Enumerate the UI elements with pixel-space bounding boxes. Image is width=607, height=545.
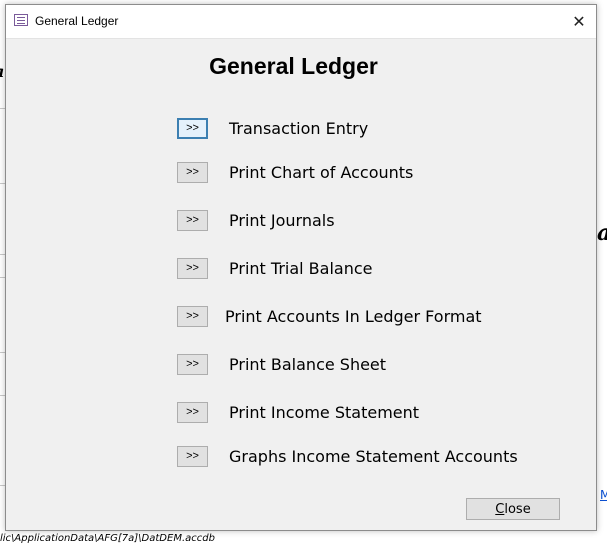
- background-text-fragment: a: [0, 62, 4, 81]
- background-link[interactable]: M: [600, 488, 607, 502]
- print-income-statement-button[interactable]: >>: [177, 402, 208, 423]
- print-balance-sheet-button[interactable]: >>: [177, 354, 208, 375]
- form-icon: [14, 14, 28, 26]
- page-title: General Ledger: [209, 53, 378, 79]
- menu-item-label: Print Accounts In Ledger Format: [225, 307, 482, 326]
- background-text-fragment: a: [597, 220, 607, 246]
- general-ledger-dialog: General Ledger ✕ General Ledger >> Trans…: [5, 4, 597, 531]
- menu-item-label: Transaction Entry: [229, 119, 369, 138]
- graphs-income-statement-button[interactable]: >>: [177, 446, 208, 467]
- menu-item-label: Print Trial Balance: [229, 259, 373, 278]
- title-bar[interactable]: General Ledger ✕: [6, 5, 596, 39]
- background-status-path: lic\ApplicationData\AFG[7a]\DatDEM.accdb: [0, 533, 215, 544]
- menu-item-label: Print Balance Sheet: [229, 355, 387, 374]
- transaction-entry-button[interactable]: >>: [177, 118, 208, 139]
- menu-item-label: Print Income Statement: [229, 403, 420, 422]
- close-access-key: C: [495, 502, 505, 517]
- close-button[interactable]: Close: [466, 498, 560, 520]
- print-journals-button[interactable]: >>: [177, 210, 208, 231]
- close-icon[interactable]: ✕: [562, 5, 596, 38]
- menu-item-label: Graphs Income Statement Accounts: [229, 447, 518, 466]
- print-chart-of-accounts-button[interactable]: >>: [177, 162, 208, 183]
- print-accounts-ledger-format-button[interactable]: >>: [177, 306, 208, 327]
- window-title: General Ledger: [35, 14, 119, 28]
- close-button-label: lose: [504, 502, 531, 517]
- menu-item-label: Print Journals: [229, 211, 335, 230]
- menu-item-label: Print Chart of Accounts: [229, 163, 414, 182]
- print-trial-balance-button[interactable]: >>: [177, 258, 208, 279]
